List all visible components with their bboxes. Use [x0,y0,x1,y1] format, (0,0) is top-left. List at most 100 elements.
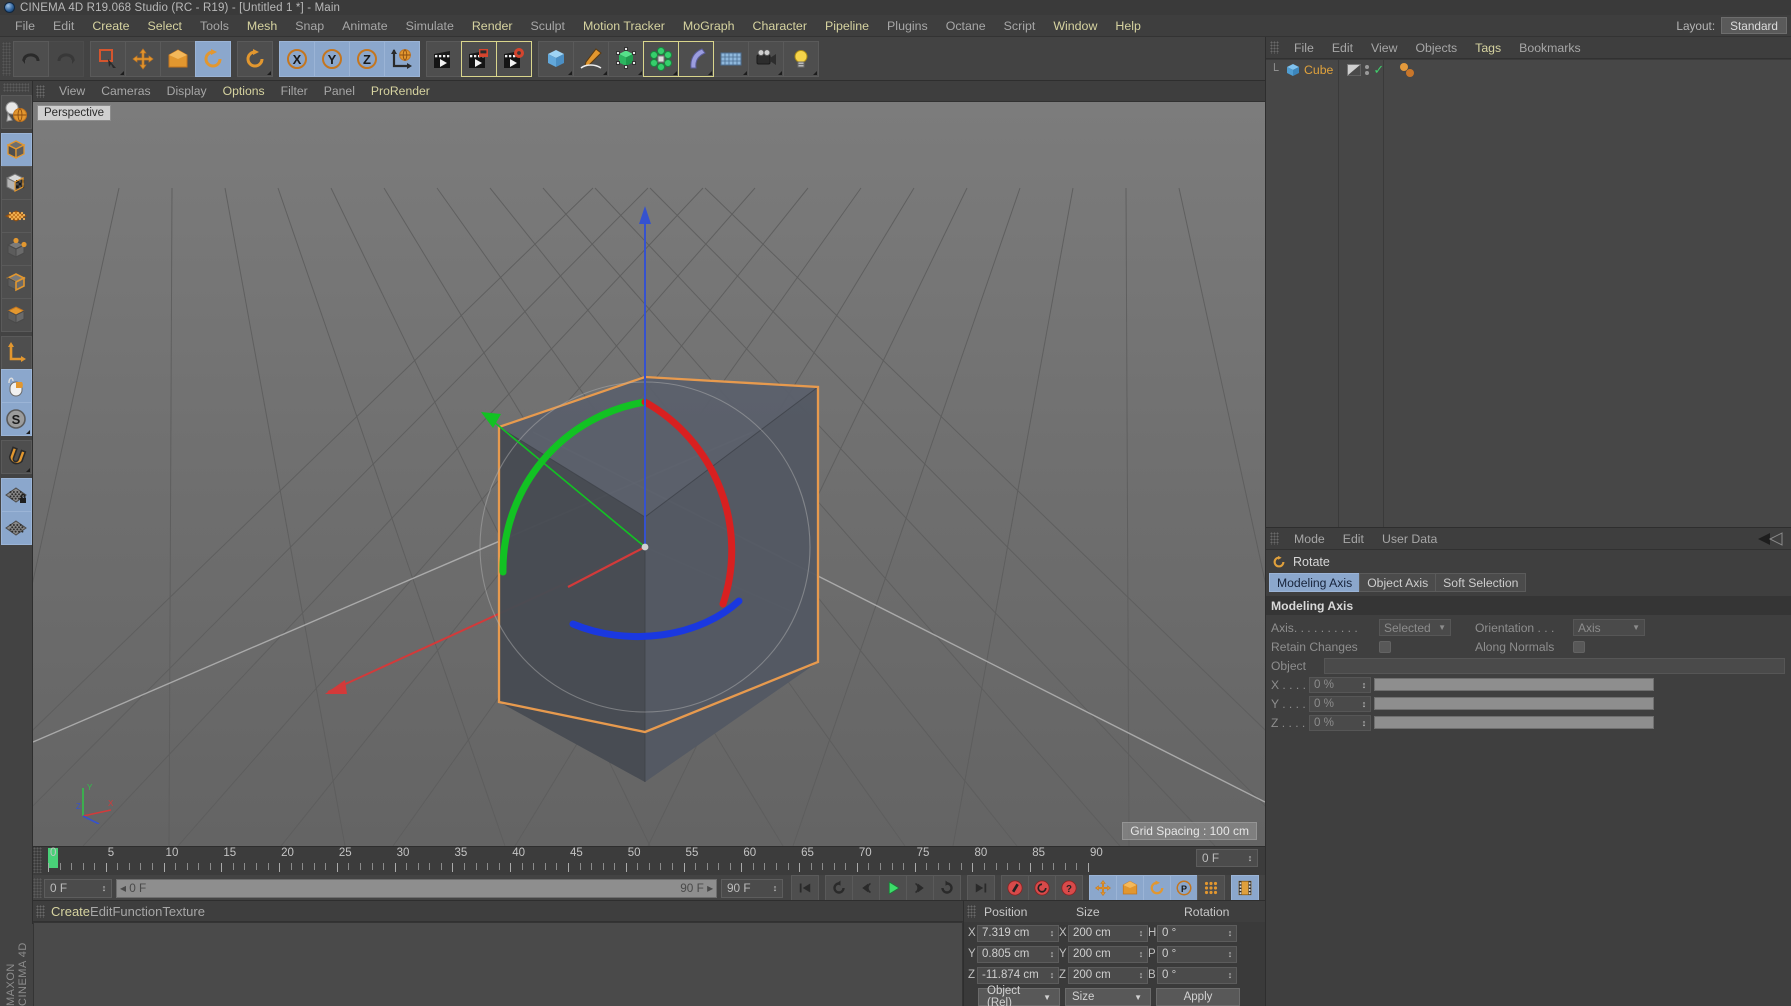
redo-button[interactable] [48,40,84,77]
viewport-menu-grip[interactable] [36,84,45,98]
axis-select[interactable]: Selected ▼ [1379,619,1451,636]
polygon-mode-button[interactable] [0,199,32,233]
tab-modeling-axis[interactable]: Modeling Axis [1269,573,1361,592]
object-menu-objects[interactable]: Objects [1406,41,1466,55]
menu-render[interactable]: Render [463,15,522,37]
rotation-key-button[interactable] [1143,875,1171,901]
size-y-field[interactable]: 200 cm ↕ [1068,945,1148,963]
axis-z-input[interactable]: 0 % ↕ [1309,714,1371,731]
material-menu-edit[interactable]: Edit [90,904,112,919]
current-frame-spinner-icon[interactable]: ↕ [100,884,108,893]
orientation-select[interactable]: Axis ▼ [1573,619,1645,636]
collapse-arrow-icon[interactable] [1757,531,1783,546]
button-menu-corner-icon[interactable] [638,70,642,75]
menu-script[interactable]: Script [995,15,1045,37]
axis-z-spinner-icon[interactable]: ↕ [1360,718,1368,727]
add-scene-object-button[interactable] [713,40,749,77]
live-selection-button[interactable] [90,40,126,77]
button-menu-corner-icon[interactable] [25,430,30,434]
next-frame-button[interactable] [906,875,934,901]
keyframe-selection-button[interactable]: ? [1055,875,1083,901]
position-key-button[interactable] [1089,875,1117,901]
along-normals-checkbox[interactable] [1573,640,1585,653]
material-list-area[interactable] [33,922,963,1006]
viewport-menu-panel[interactable]: Panel [316,84,363,98]
workplane-lock-button[interactable] [0,478,32,512]
viewport-menu-prorender[interactable]: ProRender [363,84,438,98]
timeline-track[interactable]: 0 5 10 15 20 25 30 35 40 45 50 55 60 65 70 75 80 85 90 [44,847,1265,875]
object-menu-bookmarks[interactable]: Bookmarks [1510,41,1590,55]
object-manager-tree[interactable]: └ Cube ✓ [1266,59,1791,528]
object-name[interactable]: Cube [1304,63,1333,77]
visibility-dot-icon[interactable] [1365,71,1370,75]
go-to-start-button[interactable] [791,875,819,901]
object-menu-tags[interactable]: Tags [1466,41,1510,55]
position-z-field[interactable]: -11.874 cm ↕ [977,966,1059,984]
add-camera-button[interactable] [748,40,784,77]
menu-edit[interactable]: Edit [44,15,83,37]
position-x-spinner-icon[interactable]: ↕ [1048,929,1056,938]
point-mode-button[interactable] [0,232,32,266]
axis-x-spinner-icon[interactable]: ↕ [1360,680,1368,689]
timeline-filmstrip-button[interactable] [1231,875,1259,901]
object-manager-grip[interactable] [1270,41,1279,54]
toolbar-grip[interactable] [2,41,11,76]
autokeying-button[interactable] [1028,875,1056,901]
edge-mode-button[interactable] [0,265,32,299]
menu-animate[interactable]: Animate [333,15,396,37]
menu-create[interactable]: Create [83,15,138,37]
object-menu-file[interactable]: File [1285,41,1323,55]
rotation-p-spinner-icon[interactable]: ↕ [1226,950,1234,959]
max-frame-field[interactable]: 90 F ↕ [721,878,783,898]
coord-mode-select[interactable]: Object (Rel) ▼ [978,985,1060,1006]
object-visibility-icon[interactable] [1347,64,1362,76]
menu-mograph[interactable]: MoGraph [674,15,744,37]
play-button[interactable] [879,875,907,901]
lock-y-axis-button[interactable]: Y [314,40,350,77]
menu-window[interactable]: Window [1044,15,1106,37]
menu-mesh[interactable]: Mesh [238,15,286,37]
material-menu-create[interactable]: Create [51,904,90,919]
world-coordinates-button[interactable] [384,40,420,77]
add-deformer-button[interactable] [643,40,679,77]
position-y-spinner-icon[interactable]: ↕ [1048,950,1056,959]
object-menu-view[interactable]: View [1362,41,1406,55]
button-menu-corner-icon[interactable] [603,70,607,75]
attribute-menu-user-data[interactable]: User Data [1373,532,1446,546]
rotation-p-field[interactable]: 0 ° ↕ [1157,945,1237,963]
ruler-frame-field[interactable]: 0 F ↕ [1196,849,1258,867]
lock-x-axis-button[interactable]: X [279,40,315,77]
snap-magnet-button[interactable] [0,440,32,474]
coord-apply-button[interactable]: Apply [1156,988,1240,1006]
scale-key-button[interactable] [1116,875,1144,901]
polygons-mode-button[interactable] [0,298,32,332]
button-menu-corner-icon[interactable] [813,70,817,75]
axis-x-slider[interactable] [1374,678,1654,691]
timeline-ruler[interactable]: 0 5 10 15 20 25 30 35 40 45 50 55 60 65 70 75 80 85 90 [33,847,1265,875]
rotate-tool-button[interactable] [195,40,231,77]
menu-select[interactable]: Select [139,15,191,37]
menu-snap[interactable]: Snap [286,15,333,37]
lock-z-axis-button[interactable]: Z [349,40,385,77]
visibility-dots[interactable] [1365,65,1370,75]
current-frame-field[interactable]: 0 F ↕ [44,878,112,898]
axis-x-input[interactable]: 0 % ↕ [1309,676,1371,693]
record-active-objects-button[interactable] [1001,875,1029,901]
add-cube-object-button[interactable] [538,40,574,77]
retain-changes-checkbox[interactable] [1379,640,1391,653]
viewport-menu-options[interactable]: Options [215,84,273,98]
button-menu-corner-icon[interactable] [708,70,712,75]
soft-selection-button[interactable]: S [0,402,32,436]
menu-octane[interactable]: Octane [937,15,995,37]
render-settings-button[interactable] [496,40,532,77]
button-menu-corner-icon[interactable] [267,70,271,75]
attribute-menu-mode[interactable]: Mode [1285,532,1334,546]
loop-playback-button[interactable] [933,875,961,901]
ruler-frame-spinner-icon[interactable]: ↕ [1246,854,1254,863]
button-menu-corner-icon[interactable] [673,70,677,75]
viewport-menu-display[interactable]: Display [159,84,215,98]
menu-plugins[interactable]: Plugins [878,15,937,37]
button-menu-corner-icon[interactable] [778,70,782,75]
viewport-solo-button[interactable] [0,369,32,403]
viewport-camera-button[interactable] [0,95,32,129]
